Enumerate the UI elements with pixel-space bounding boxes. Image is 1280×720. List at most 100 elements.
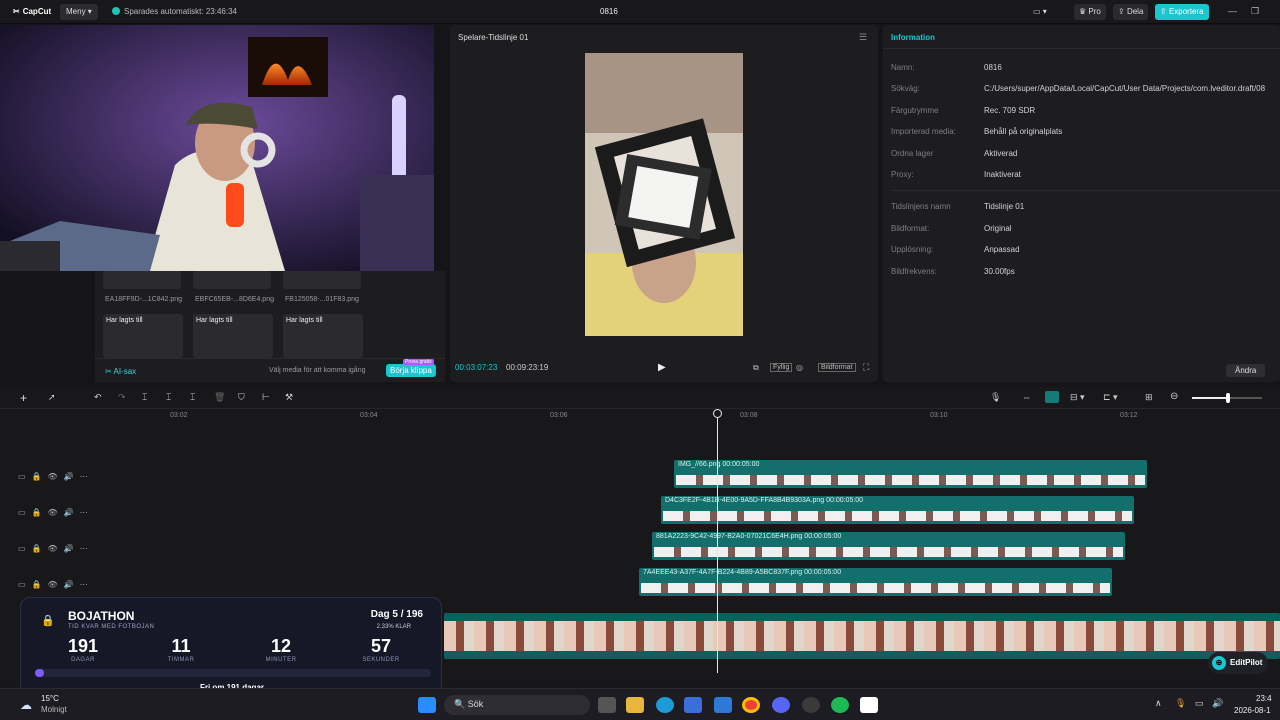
playhead-handle[interactable]	[713, 409, 722, 418]
ruler-tick: 03:10	[930, 412, 948, 419]
autosave-text: Sparades automatiskt: 23:46:34	[124, 7, 237, 16]
zoom-out-icon[interactable]: ⊖	[1170, 391, 1178, 402]
snapshot-icon[interactable]: ◎	[796, 363, 803, 372]
track-controls[interactable]: ▭🔒👁🔊⋯	[18, 472, 94, 481]
media-thumb[interactable]	[193, 271, 271, 289]
hours-block: 11 TIMMAR	[139, 636, 223, 663]
added-badge: Har lagts till	[286, 317, 323, 324]
media-thumb[interactable]	[103, 271, 181, 289]
menu-label: Meny	[66, 7, 86, 16]
snap-icon[interactable]: ⊟ ▾	[1070, 392, 1085, 403]
info-value: Tidslinje 01	[984, 202, 1025, 211]
undo-icon[interactable]: ↶	[94, 392, 102, 403]
pro-label: Pro	[1088, 7, 1101, 16]
zoom-slider[interactable]	[1192, 393, 1262, 403]
task-view-icon[interactable]	[598, 697, 616, 713]
editpilot-button[interactable]: ⊕ EditPilot	[1208, 652, 1269, 674]
redo-icon[interactable]: ↷	[118, 392, 126, 403]
timeline-clip[interactable]: IMG_//66.png 00:00:05:00	[674, 460, 1147, 488]
magnet-icon[interactable]	[1045, 391, 1059, 403]
crop-icon[interactable]: ⧉	[753, 363, 759, 373]
split-icon[interactable]: ⌶	[142, 392, 147, 403]
delete-icon[interactable]: 🗑	[214, 392, 225, 403]
freeze-icon[interactable]: ⊢	[262, 392, 270, 403]
link-icon[interactable]: ⇔	[1022, 392, 1031, 402]
title-bar: CapCut Meny ▾ Sparades automatiskt: 23:4…	[0, 0, 1280, 24]
share-button[interactable]: ⇪ Dela	[1113, 4, 1149, 20]
preview-axis-icon[interactable]: ⊏ ▾	[1103, 392, 1118, 403]
export-button[interactable]: ⇧ Exportera	[1155, 4, 1209, 20]
volume-icon[interactable]: 🔊	[1212, 698, 1223, 709]
fullscreen-icon[interactable]: ⛶	[863, 362, 869, 373]
added-badge: Har lagts till	[106, 317, 143, 324]
clip-name: 881A2223-9C42-4997-B2A0-07021C6E4H.png	[656, 533, 803, 540]
pro-button[interactable]: ♛ Pro	[1074, 4, 1106, 20]
media-thumb[interactable]: Har lagts till	[103, 314, 183, 358]
media-thumb[interactable]: Har lagts till	[193, 314, 273, 358]
wand-icon[interactable]: ⚒	[285, 392, 293, 403]
cloud-weather-icon: ☁	[20, 698, 32, 712]
clip-name: D4C3FE2F-4B1B-4E00-9A5D-FFA8B4B9303A.png	[665, 497, 825, 504]
main-track-clip[interactable]	[444, 613, 1280, 659]
mail-icon[interactable]	[714, 697, 732, 713]
play-icon[interactable]: ▶	[658, 362, 666, 373]
file-explorer-icon[interactable]	[626, 697, 644, 713]
tray-chevron-icon[interactable]: ∧	[1155, 698, 1162, 709]
start-editing-button[interactable]: Börja klippa	[386, 364, 436, 377]
ai-cut-button[interactable]: ✂ AI-sax	[105, 367, 136, 376]
track-controls[interactable]: ▭🔒👁🔊⋯	[18, 508, 94, 517]
player-menu-icon[interactable]: ☰	[859, 32, 867, 43]
cloud-icon	[112, 7, 120, 15]
clip-duration: 00:00:05:00	[804, 569, 842, 576]
spotify-icon[interactable]	[831, 697, 849, 713]
menu-button[interactable]: Meny ▾	[60, 4, 98, 20]
timeline-clip[interactable]: 7A4EEE43-A37F-4A7F-B224-4B89-A5BC837F.pn…	[639, 568, 1112, 596]
info-label: Tidslinjens namn	[891, 202, 951, 211]
time-ruler[interactable]: 03:02 03:04 03:06 03:08 03:10 03:12	[100, 409, 1280, 425]
media-hint: Välj media för att komma igång	[269, 367, 366, 374]
shield-icon[interactable]: ⛉	[238, 392, 245, 403]
edge-icon[interactable]	[656, 697, 674, 713]
mic-tray-icon[interactable]: 🎙	[1175, 698, 1186, 709]
obs-icon[interactable]	[802, 697, 820, 713]
trim-right-icon[interactable]: ⌶	[190, 392, 195, 403]
select-tool-icon[interactable]: ➚	[48, 392, 56, 403]
discord-icon[interactable]	[772, 697, 790, 713]
trim-left-icon[interactable]: ⌶	[166, 392, 171, 403]
edit-button[interactable]: Ändra	[1226, 364, 1266, 377]
network-icon[interactable]: ▭	[1195, 698, 1204, 709]
playhead[interactable]	[717, 409, 718, 673]
share-label: Dela	[1126, 7, 1144, 16]
fit-timeline-icon[interactable]: ⊞	[1145, 392, 1153, 403]
capcut-taskbar-icon[interactable]	[860, 697, 878, 713]
minimize-icon[interactable]: —	[1228, 6, 1237, 16]
ratio-button[interactable]: Bildformat	[818, 363, 856, 372]
clip-frames	[654, 547, 1123, 557]
media-thumb[interactable]: Har lagts till	[283, 314, 363, 358]
preview-image	[585, 53, 743, 336]
mic-icon[interactable]: 🎙	[990, 392, 1001, 403]
media-name: FB125058-...01F83.png	[285, 296, 359, 303]
chrome-icon[interactable]	[742, 697, 760, 713]
add-icon[interactable]: +	[20, 391, 27, 405]
info-panel: Information Namn: 0816 Sökväg: C:/Users/…	[883, 25, 1280, 382]
maximize-icon[interactable]: ❐	[1251, 6, 1259, 17]
timeline-clip[interactable]: D4C3FE2F-4B1B-4E00-9A5D-FFA8B4B9303A.png…	[661, 496, 1134, 524]
current-time: 00:03:07:23	[455, 363, 498, 372]
track-controls[interactable]: ▭🔒👁🔊⋯	[18, 544, 94, 553]
windows-start-icon[interactable]	[418, 697, 436, 713]
fit-button[interactable]: Fyllig	[770, 363, 793, 372]
taskbar-search[interactable]: 🔍 Sök	[444, 695, 590, 715]
info-value: Inaktiverat	[984, 170, 1021, 179]
track-controls[interactable]: ▭🔒👁🔊⋯	[18, 580, 94, 589]
timeline-clip[interactable]: 881A2223-9C42-4997-B2A0-07021C6E4H.png 0…	[652, 532, 1125, 560]
timeline-toolbar: + ➚ ↶ ↷ ⌶ ⌶ ⌶ 🗑 ⛉ ⊢ ⚒ 🎙 ⇔ ⊟ ▾ ⊏ ▾ ⊞ ⊖	[0, 387, 1280, 409]
webcam-feed	[0, 25, 434, 271]
media-thumb[interactable]	[283, 271, 361, 289]
clock-date: 2026-08-1	[1234, 706, 1271, 715]
layout-icon[interactable]: ▭ ▾	[1028, 4, 1052, 20]
store-icon[interactable]	[684, 697, 702, 713]
info-value: Anpassad	[984, 245, 1020, 254]
days-label: DAGAR	[71, 657, 95, 663]
days-block: 191 DAGAR	[41, 636, 125, 663]
